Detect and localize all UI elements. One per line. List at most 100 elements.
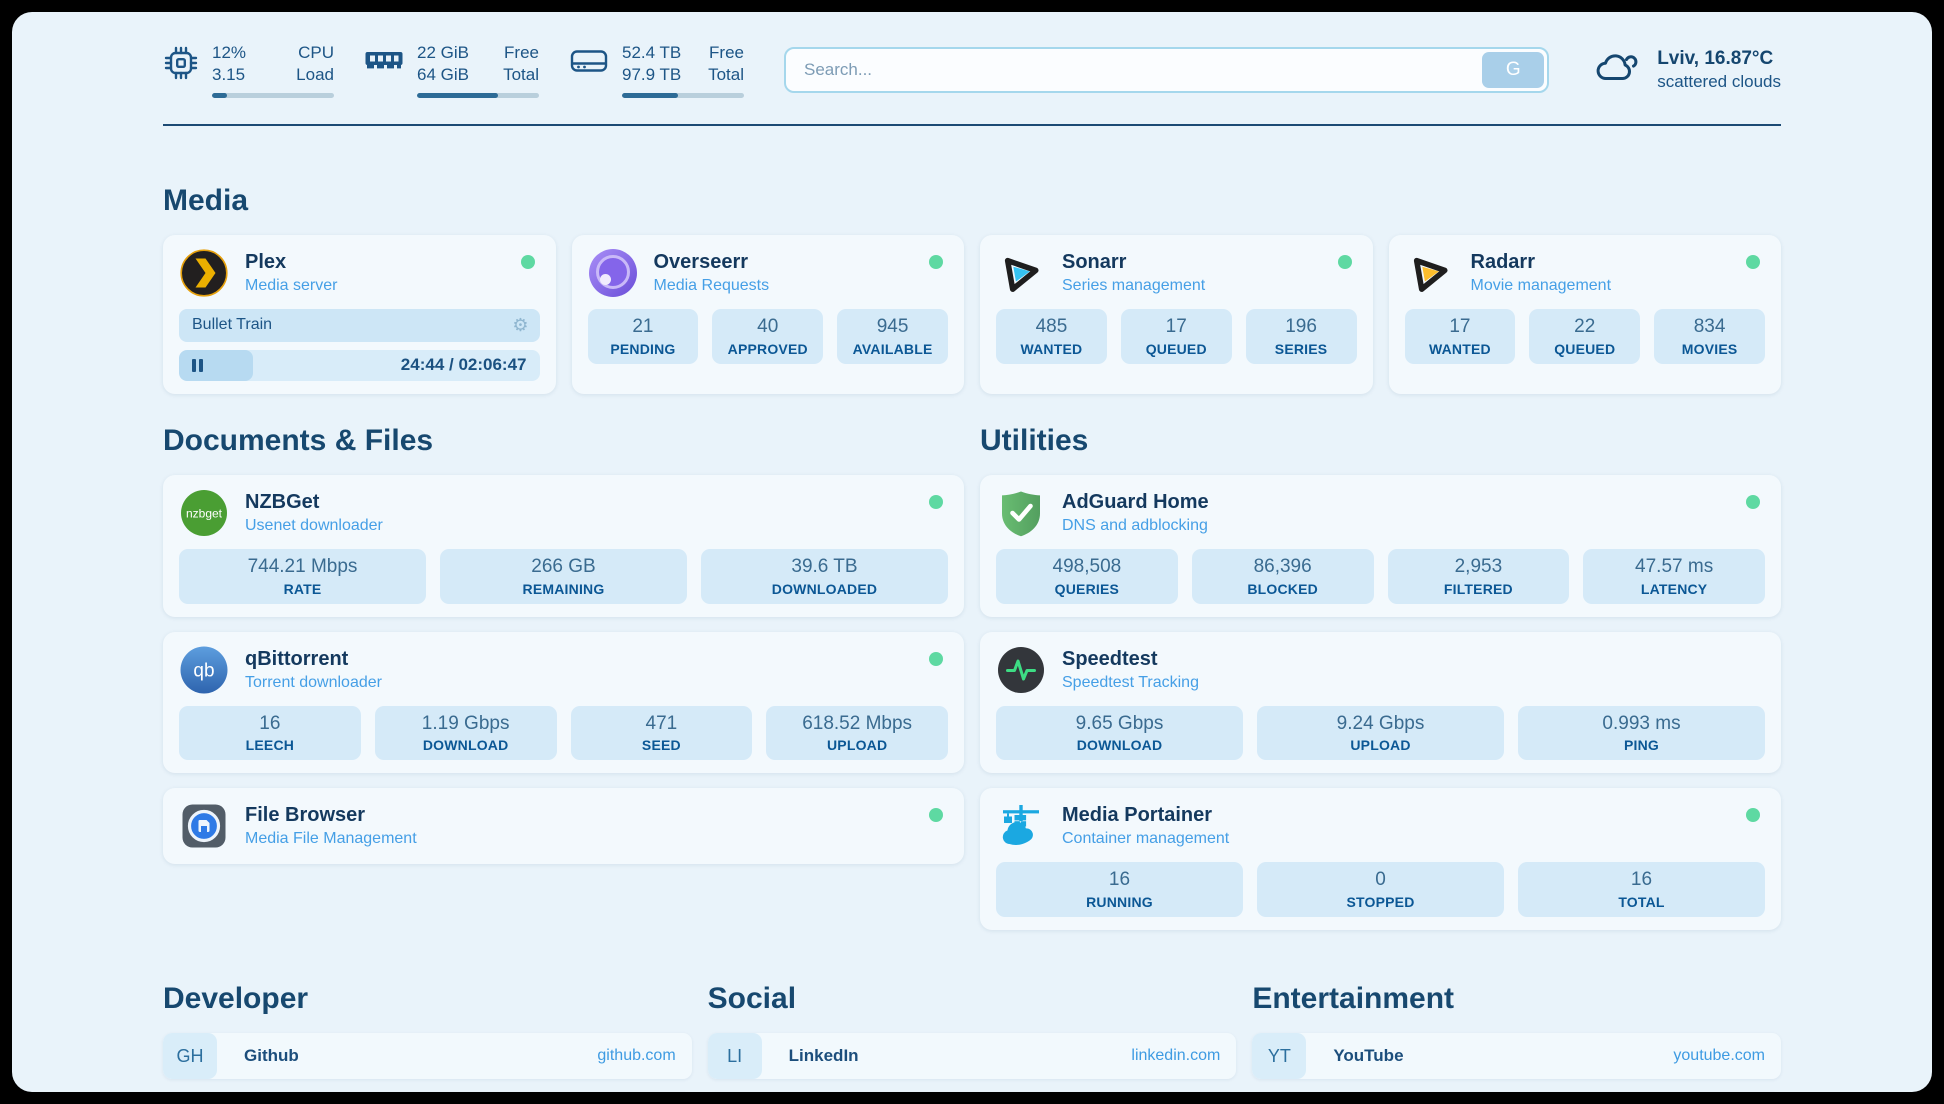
bookmark-url[interactable]: github.com [597,1047,675,1065]
stat-label: WANTED [1409,341,1512,357]
stat-value: 40 [716,315,819,339]
stat-box: 40 APPROVED [712,309,823,364]
plex-icon [179,248,229,298]
stat-label: UPLOAD [770,737,944,753]
gear-icon[interactable]: ⚙ [512,316,528,334]
memory-total-label: Total [503,64,539,86]
stat-box: 0.993 ms PING [1518,706,1765,761]
card-filebrowser[interactable]: File Browser Media File Management [163,788,964,864]
stat-value: 945 [841,315,944,339]
search-provider-button[interactable]: G [1482,52,1544,88]
section-social: Social LI LinkedIn linkedin.com TW Twitt… [708,982,1237,1092]
stat-box: 744.21 Mbps RATE [179,549,426,604]
card-adguard[interactable]: AdGuard Home DNS and adblocking 498,508 … [980,475,1781,617]
service-title: Speedtest [1062,648,1199,671]
search-input[interactable] [784,47,1549,93]
stat-label: LEECH [183,737,357,753]
speedtest-icon [996,645,1046,695]
card-nzbget[interactable]: nzbget NZBGet Usenet downloader 744.21 M… [163,475,964,617]
stat-value: 21 [592,315,695,339]
media-heading: Media [163,184,1781,218]
service-title: Overseerr [654,251,770,274]
service-subtitle: Container management [1062,830,1229,848]
stat-value: 17 [1409,315,1512,339]
section-documents: Documents & Files nzbget NZBGet Usenet d… [163,424,964,930]
stat-value: 22 [1533,315,1636,339]
disk-total-value: 97.9 TB [622,64,681,86]
adguard-icon [996,488,1046,538]
stat-label: APPROVED [716,341,819,357]
status-dot [929,652,943,666]
stat-box: 16 TOTAL [1518,862,1765,917]
stat-label: MOVIES [1658,341,1761,357]
stat-label: FILTERED [1392,581,1566,597]
service-subtitle: Usenet downloader [245,517,383,535]
filebrowser-icon [179,801,229,851]
card-qbittorrent[interactable]: qb qBittorrent Torrent downloader 16 LEE… [163,632,964,774]
service-subtitle: Speedtest Tracking [1062,674,1199,692]
memory-icon [364,45,404,80]
card-overseerr[interactable]: Overseerr Media Requests 21 PENDING 40 A… [572,235,965,394]
stat-box: 16 RUNNING [996,862,1243,917]
stat-box: 618.52 Mbps UPLOAD [766,706,948,761]
card-radarr[interactable]: Radarr Movie management 17 WANTED 22 QUE… [1389,235,1782,394]
status-dot [521,255,535,269]
memory-progress-fill [417,93,498,98]
cpu-load-value: 3.15 [212,64,246,86]
bookmark-github[interactable]: GH Github github.com [163,1033,692,1079]
disk-progress-track [622,93,744,98]
stat-label: QUEUED [1533,341,1636,357]
utilities-heading: Utilities [980,424,1781,458]
stat-box: 9.65 Gbps DOWNLOAD [996,706,1243,761]
stat-box: 21 PENDING [588,309,699,364]
service-subtitle: Media File Management [245,830,417,848]
topbar-divider [163,124,1781,126]
card-plex[interactable]: Plex Media server Bullet Train ⚙ 24:44 /… [163,235,556,394]
stat-box: 266 GB REMAINING [440,549,687,604]
weather-location-temp: Lviv, 16.87°C [1657,48,1781,70]
card-sonarr[interactable]: Sonarr Series management 485 WANTED 17 Q… [980,235,1373,394]
playback-time: 24:44 / 02:06:47 [401,355,540,375]
status-dot [1338,255,1352,269]
section-utilities: Utilities AdGuard Home DNS and adblockin [980,424,1781,930]
status-dot [1746,495,1760,509]
card-portainer[interactable]: Media Portainer Container management 16 … [980,788,1781,930]
memory-progress-track [417,93,539,98]
memory-widget: 22 GiB 64 GiB Free Total [364,42,539,98]
stat-box: 2,953 FILTERED [1388,549,1570,604]
now-playing-bar: Bullet Train ⚙ [179,309,540,342]
documents-heading: Documents & Files [163,424,964,458]
stat-value: 17 [1125,315,1228,339]
stat-label: AVAILABLE [841,341,944,357]
cpu-usage-label: CPU [296,42,334,64]
svg-text:nzbget: nzbget [186,506,223,520]
pause-icon[interactable] [192,359,203,372]
bookmark-url[interactable]: youtube.com [1673,1047,1765,1065]
playback-progress-bar[interactable]: 24:44 / 02:06:47 [179,350,540,381]
dashboard-panel: 12% 3.15 CPU Load [12,12,1932,1092]
stat-value: 498,508 [1000,555,1174,579]
stat-box: 9.24 Gbps UPLOAD [1257,706,1504,761]
stat-box: 196 SERIES [1246,309,1357,364]
stat-box: 471 SEED [571,706,753,761]
overseerr-icon [588,248,638,298]
now-playing-title: Bullet Train [192,316,272,334]
stat-label: WANTED [1000,341,1103,357]
weather-widget[interactable]: Lviv, 16.87°C scattered clouds [1595,48,1781,92]
section-developer: Developer GH Github github.com SO StackO… [163,982,692,1092]
card-speedtest[interactable]: Speedtest Speedtest Tracking 9.65 Gbps D… [980,632,1781,774]
stat-value: 16 [1522,868,1761,892]
bookmark-linkedin[interactable]: LI LinkedIn linkedin.com [708,1033,1237,1079]
bookmark-name: Github [244,1046,299,1066]
bookmark-youtube[interactable]: YT YouTube youtube.com [1252,1033,1781,1079]
status-dot [929,255,943,269]
bookmark-url[interactable]: linkedin.com [1131,1047,1220,1065]
stat-label: BLOCKED [1196,581,1370,597]
service-title: NZBGet [245,491,383,514]
stat-value: 266 GB [444,555,683,579]
service-subtitle: Media Requests [654,277,770,295]
svg-text:qb: qb [193,660,214,681]
stat-box: 498,508 QUERIES [996,549,1178,604]
qbittorrent-icon: qb [179,645,229,695]
nzbget-icon: nzbget [179,488,229,538]
